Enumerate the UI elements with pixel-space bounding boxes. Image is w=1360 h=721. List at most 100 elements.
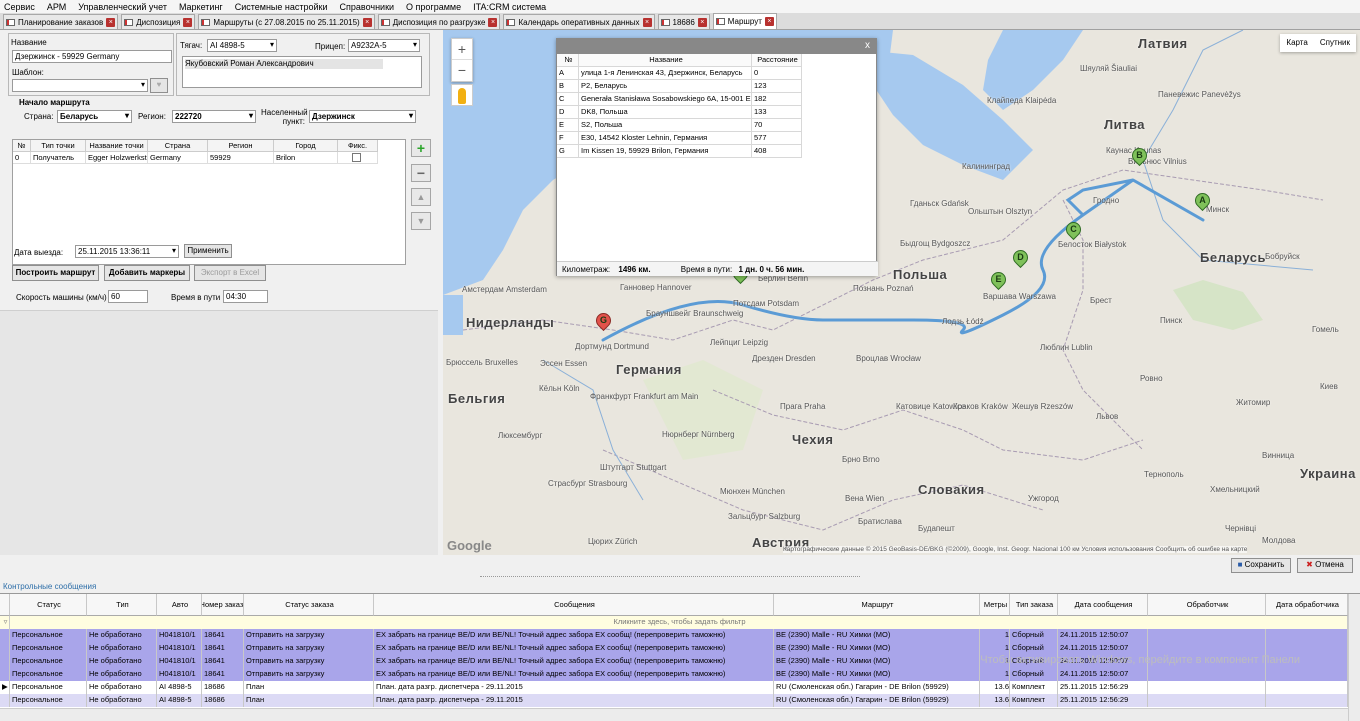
horizontal-scrollbar[interactable] <box>0 708 1348 721</box>
speed-input[interactable]: 60 <box>108 290 148 303</box>
add-point-icon[interactable]: + <box>411 139 431 157</box>
map-type-satellite[interactable]: Спутник <box>1314 34 1356 52</box>
messages-header-cell[interactable]: Тип <box>87 594 157 616</box>
tab-close-icon[interactable]: × <box>642 17 652 27</box>
tab-1[interactable]: Диспозиция × <box>121 14 196 29</box>
menu-item-6[interactable]: О программе <box>406 2 461 12</box>
row-indicator[interactable]: ▶ <box>0 681 10 694</box>
zoom-in-button[interactable]: + <box>452 39 472 60</box>
splitter-grip[interactable] <box>480 576 860 577</box>
template-select[interactable] <box>12 79 148 92</box>
message-row[interactable]: Персональное Не обработано H041810/1 18641 О… <box>0 629 1348 642</box>
menu-item-7[interactable]: ITA:CRM система <box>473 2 546 12</box>
message-row[interactable]: Персональное Не обработано H041810/1 18641 О… <box>0 668 1348 681</box>
tractor-select[interactable]: AI 4898-5 <box>207 39 277 52</box>
tab-close-icon[interactable]: × <box>764 17 774 26</box>
messages-header-cell[interactable]: Дата сообщения <box>1058 594 1148 616</box>
apply-button[interactable]: Применить <box>184 244 232 258</box>
route-marker-b[interactable]: B <box>1128 144 1151 168</box>
route-marker-c[interactable]: C <box>1062 218 1085 242</box>
point-grid-header[interactable]: № <box>13 140 31 152</box>
menu-item-0[interactable]: Сервис <box>4 2 35 12</box>
tab-0[interactable]: Планирование заказов × <box>3 14 119 29</box>
point-grid-header[interactable]: Фикс. <box>338 140 378 152</box>
fix-checkbox[interactable] <box>352 153 361 162</box>
row-indicator[interactable] <box>0 694 10 707</box>
messages-header-cell[interactable]: Тип заказа <box>1010 594 1058 616</box>
tab-close-icon[interactable]: × <box>697 17 707 27</box>
row-indicator[interactable] <box>0 668 10 681</box>
route-table-row[interactable]: D DK8, Польша 133 <box>557 106 802 119</box>
tab-2[interactable]: Маршруты (с 27.08.2015 по 25.11.2015) × <box>198 14 375 29</box>
move-down-icon[interactable]: ▼ <box>411 212 431 230</box>
row-indicator[interactable] <box>0 655 10 668</box>
control-messages-title[interactable]: Контрольные сообщения <box>3 582 96 591</box>
tab-4[interactable]: Календарь оперативных данных × <box>503 14 655 29</box>
messages-header-cell[interactable]: Статус <box>10 594 87 616</box>
tab-6[interactable]: Маршрут × <box>712 13 777 29</box>
point-grid-cell[interactable] <box>338 152 378 164</box>
point-grid-header[interactable]: Тип точки <box>31 140 86 152</box>
route-marker-a[interactable]: A <box>1191 189 1214 213</box>
route-table-row[interactable]: C Generała Stanisława Sosabowskiego 6A, 1… <box>557 93 802 106</box>
control-messages-grid[interactable]: СтатусТипАвтоНомер заказаСтатус заказаСо… <box>0 593 1360 721</box>
point-grid-header[interactable]: Город <box>274 140 338 152</box>
tab-5[interactable]: 18686 × <box>657 14 710 29</box>
travel-time-input[interactable]: 04:30 <box>223 290 268 303</box>
point-grid-header[interactable]: Название точки <box>86 140 148 152</box>
trailer-select[interactable]: A9232A-5 <box>348 39 420 52</box>
route-table-row[interactable]: Aулица 1-я Ленинская 43, Дзержинск, Бела… <box>557 67 802 80</box>
tab-close-icon[interactable]: × <box>106 17 116 27</box>
messages-header-cell[interactable]: Обработчик <box>1148 594 1266 616</box>
messages-header-cell[interactable]: Статус заказа <box>244 594 374 616</box>
locality-select[interactable]: Дзержинск <box>309 110 416 123</box>
messages-header-cell[interactable]: Сообщения <box>374 594 774 616</box>
row-indicator[interactable] <box>0 642 10 655</box>
route-table-row[interactable]: E S2, Польша 70 <box>557 119 802 132</box>
tab-3[interactable]: Диспозиция по разгрузке × <box>377 14 501 29</box>
route-name-input[interactable]: Дзержинск - 59929 Germany <box>12 50 172 63</box>
point-grid-header[interactable]: Регион <box>208 140 274 152</box>
menu-item-2[interactable]: Управленческий учет <box>78 2 167 12</box>
menu-item-5[interactable]: Справочники <box>340 2 395 12</box>
add-markers-button[interactable]: Добавить маркеры <box>104 265 190 281</box>
row-indicator[interactable] <box>0 629 10 642</box>
menu-item-4[interactable]: Системные настройки <box>235 2 328 12</box>
messages-header-cell[interactable]: Дата обработчика <box>1266 594 1348 616</box>
driver-field[interactable]: Якубовский Роман Александрович <box>182 56 422 88</box>
menu-item-3[interactable]: Маркетинг <box>179 2 223 12</box>
country-select[interactable]: Беларусь <box>57 110 132 123</box>
remove-point-icon[interactable]: − <box>411 164 431 182</box>
messages-header-cell[interactable]: Метры <box>980 594 1010 616</box>
point-grid-header[interactable]: Страна <box>148 140 208 152</box>
build-route-button[interactable]: Построить маршрут <box>12 265 99 281</box>
message-row[interactable]: Персональное Не обработано AI 4898-5 18686 П… <box>0 694 1348 707</box>
point-grid-row[interactable]: 0 Получатель Egger Holzwerkstt Germany 59929… <box>13 152 405 164</box>
export-excel-button[interactable]: Экспорт в Excel <box>194 265 266 281</box>
filter-hint[interactable]: Кликните здесь, чтобы задать фильтр <box>10 616 1348 629</box>
route-table-row[interactable]: B P2, Беларусь 123 <box>557 80 802 93</box>
popup-close-button[interactable]: x <box>865 40 870 51</box>
menu-item-1[interactable]: АРМ <box>47 2 66 12</box>
tab-close-icon[interactable]: × <box>362 17 372 27</box>
row-indicator-header[interactable] <box>0 594 10 616</box>
tab-close-icon[interactable]: × <box>488 17 498 27</box>
messages-header-cell[interactable]: Авто <box>157 594 202 616</box>
route-table-row[interactable]: G Im Kissen 19, 59929 Brilon, Германия 408 <box>557 145 802 158</box>
move-up-icon[interactable]: ▲ <box>411 188 431 206</box>
zoom-out-button[interactable]: − <box>452 60 472 81</box>
route-marker-e[interactable]: E <box>987 268 1010 292</box>
region-select[interactable]: 222720 <box>172 110 256 123</box>
tab-close-icon[interactable]: × <box>183 17 193 27</box>
map-type-map[interactable]: Карта <box>1280 34 1313 52</box>
street-view-pegman-icon[interactable] <box>451 84 473 106</box>
filter-icon[interactable]: ▿ <box>0 616 10 629</box>
route-marker-d[interactable]: D <box>1009 246 1032 270</box>
route-marker-g[interactable]: G <box>592 309 615 333</box>
cancel-button[interactable]: ✖ Отмена <box>1297 558 1353 573</box>
vertical-scrollbar[interactable] <box>1348 594 1360 721</box>
route-table-row[interactable]: F E30, 14542 Kloster Lehnin, Германия 577 <box>557 132 802 145</box>
message-row[interactable]: ▶ Персональное Не обработано AI 4898-5 18686… <box>0 681 1348 694</box>
filter-row[interactable]: ▿ Кликните здесь, чтобы задать фильтр <box>0 616 1348 629</box>
messages-header-cell[interactable]: Маршрут <box>774 594 980 616</box>
